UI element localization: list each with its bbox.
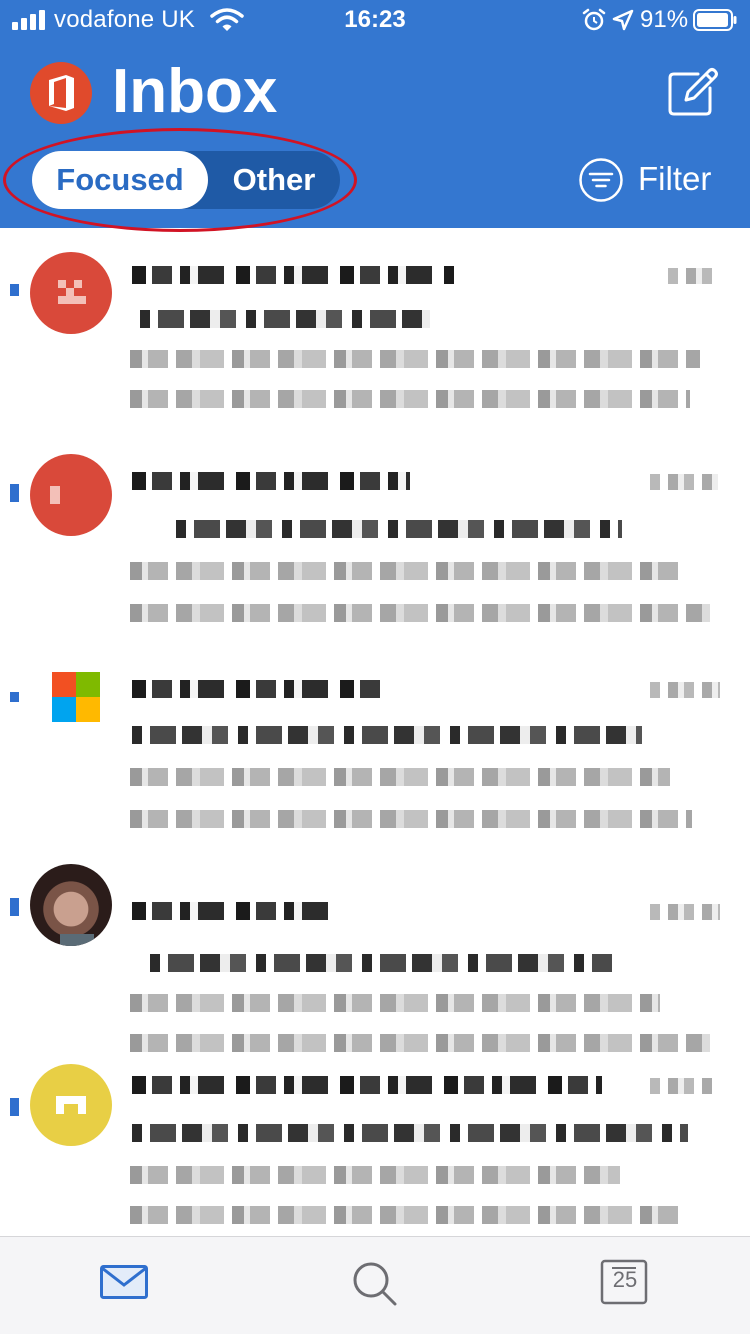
sender-name: [132, 472, 410, 490]
microsoft-logo: [52, 672, 100, 722]
avatar: [30, 864, 112, 946]
calendar-date-number: 25: [612, 1267, 638, 1292]
status-bar: vodafone UK 16:23 91%: [0, 0, 750, 40]
list-item[interactable]: [0, 228, 750, 438]
filter-icon: [579, 158, 623, 202]
message-subject: [140, 310, 430, 328]
message-preview-line-2: [130, 1034, 710, 1052]
list-item[interactable]: [0, 858, 750, 1068]
message-time: [650, 682, 720, 698]
unread-indicator: [10, 484, 19, 502]
list-item[interactable]: [0, 1064, 750, 1236]
avatar: [30, 1064, 112, 1146]
location-arrow-icon: [612, 9, 634, 31]
message-preview: [130, 768, 670, 786]
outlook-inbox-screen: vodafone UK 16:23 91% Inbox Focused Othe…: [0, 0, 750, 1334]
avatar: [30, 454, 112, 536]
message-preview: [130, 994, 660, 1012]
message-time: [668, 268, 714, 284]
message-preview: [130, 1166, 620, 1184]
sender-name: [132, 902, 332, 920]
compose-icon: [668, 68, 718, 116]
search-icon: [353, 1262, 397, 1306]
office-logo-icon: [30, 62, 92, 124]
message-preview-line-2: [130, 604, 710, 622]
message-subject: [176, 520, 622, 538]
message-preview-line-2: [130, 390, 690, 408]
message-preview-line-2: [130, 1206, 680, 1224]
mail-icon: [100, 1265, 148, 1299]
list-item[interactable]: [0, 648, 750, 858]
unread-indicator: [10, 898, 19, 916]
message-subject: [132, 1124, 688, 1142]
avatar: [30, 252, 112, 334]
unread-indicator: [10, 692, 19, 702]
tab-other[interactable]: Other: [208, 151, 340, 209]
compose-button[interactable]: [664, 64, 720, 120]
message-preview-line-2: [130, 810, 692, 828]
message-subject: [132, 726, 642, 744]
sender-name: [132, 1076, 602, 1094]
filter-label: Filter: [638, 160, 712, 197]
unread-indicator: [10, 284, 19, 296]
page-title: Inbox: [112, 57, 278, 126]
message-time: [650, 1078, 712, 1094]
clock: 16:23: [344, 6, 406, 33]
alarm-icon: [582, 8, 606, 31]
battery-icon: [693, 9, 737, 31]
battery-percent: 91%: [640, 6, 689, 33]
sender-name: [132, 266, 454, 284]
tab-focused[interactable]: Focused: [32, 151, 208, 209]
list-item[interactable]: [0, 438, 750, 648]
unread-indicator: [10, 1098, 19, 1116]
sender-name: [132, 680, 380, 698]
message-subject: [150, 954, 612, 972]
message-preview: [130, 350, 700, 368]
message-time: [650, 474, 718, 490]
filter-button[interactable]: Filter: [578, 156, 738, 204]
message-preview: [130, 562, 678, 580]
tab-mail[interactable]: [0, 1237, 250, 1334]
tab-search[interactable]: [250, 1237, 500, 1334]
message-time: [650, 904, 720, 920]
focused-other-toggle: Focused Other: [32, 151, 340, 209]
message-list: [0, 228, 750, 1236]
app-header: vodafone UK 16:23 91% Inbox Focused Othe…: [0, 0, 750, 232]
